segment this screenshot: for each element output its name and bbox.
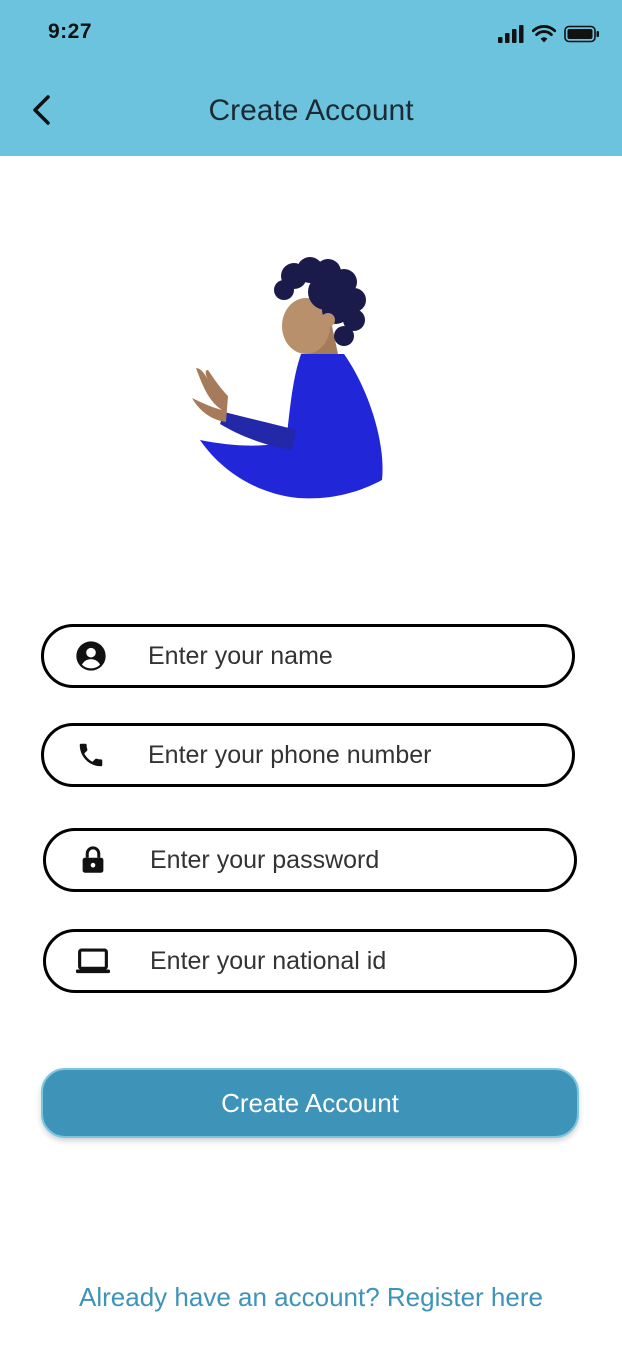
status-time: 9:27 (48, 20, 93, 43)
national-id-field[interactable] (43, 929, 577, 993)
national-id-input[interactable] (150, 938, 550, 984)
password-input[interactable] (150, 837, 550, 883)
create-account-button[interactable]: Create Account (41, 1068, 579, 1138)
password-field[interactable] (43, 828, 577, 892)
phone-input[interactable] (148, 732, 548, 778)
battery-icon (564, 25, 599, 43)
phone-field[interactable] (41, 723, 575, 787)
page-title: Create Account (208, 94, 414, 127)
status-icons (498, 24, 600, 44)
app-header: 9:27 Create Account (0, 0, 622, 156)
name-input[interactable] (148, 633, 548, 679)
person-illustration (186, 250, 396, 505)
person-waving-illustration (192, 257, 383, 499)
wifi-icon (532, 25, 556, 43)
register-link[interactable]: Already have an account? Register here (0, 1282, 622, 1313)
cellular-signal-icon (498, 25, 524, 43)
lock-icon (76, 843, 110, 877)
phone-icon (74, 738, 108, 772)
name-field[interactable] (41, 624, 575, 688)
laptop-icon (76, 944, 110, 978)
account-circle-icon (74, 639, 108, 673)
